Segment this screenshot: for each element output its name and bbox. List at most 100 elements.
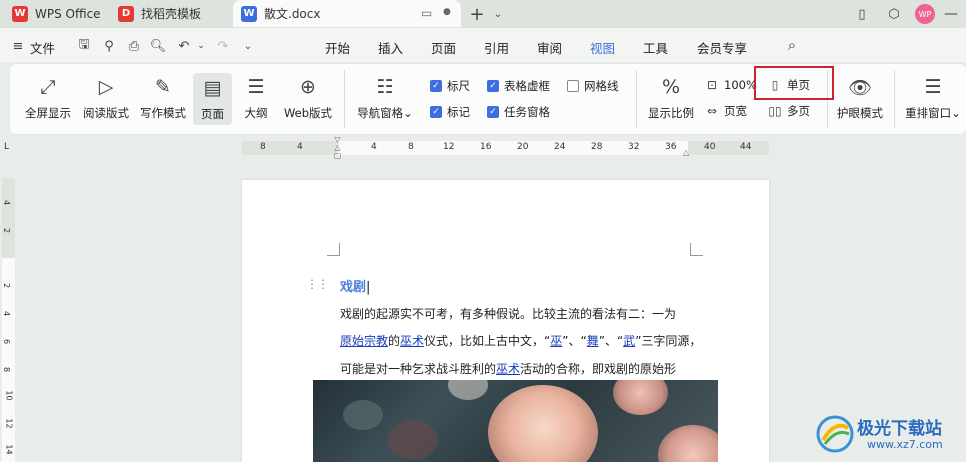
nav-pane-button[interactable]: ☷ 导航窗格⌄	[354, 64, 416, 134]
divider	[344, 70, 345, 128]
ruler-tick: 6	[2, 338, 12, 345]
ruler-tick: 40	[704, 142, 716, 152]
margin-corner-top-left	[327, 243, 340, 256]
chevron-down-icon: ⌄	[951, 106, 961, 120]
minimize-icon[interactable]: —	[942, 5, 960, 23]
fullscreen-icon: ⤢	[40, 76, 56, 98]
paragraph-line[interactable]: 原始宗教的巫术仪式，比如上古中文，“巫”、“舞”、“武”三字同源，	[340, 332, 701, 349]
hyperlink[interactable]: 巫	[550, 334, 562, 348]
tab-label: 找稻壳模板	[141, 7, 202, 21]
menu-start[interactable]: 开始	[325, 38, 350, 57]
nav-pane-icon: ☷	[376, 76, 394, 98]
title-bar: W WPS Office D 找稻壳模板 W 散文.docx ▭ ● + ⌄ ▯…	[0, 0, 966, 28]
divider	[636, 70, 637, 128]
checkbox-ruler[interactable]: ✓ 标尺	[430, 78, 470, 94]
ruler-tick: 4	[371, 142, 377, 152]
ruler-tick: 16	[480, 142, 492, 152]
rose-photo[interactable]	[313, 380, 718, 462]
outline-button[interactable]: ☰ 大纲	[236, 64, 276, 134]
paragraph-line[interactable]: 戏剧的起源实不可考，有多种假说。比较主流的看法有二：一为	[340, 305, 676, 322]
margin-corner-top-right	[690, 243, 703, 256]
print-preview-icon[interactable]: 🔍︎	[150, 38, 167, 54]
search-icon[interactable]: ⌕	[784, 36, 800, 54]
chevron-down-icon[interactable]: ⌄	[489, 5, 507, 23]
ruler-tick: 28	[591, 142, 603, 152]
leaf-shape	[388, 420, 438, 460]
multi-page-button[interactable]: ▯▯ 多页	[767, 103, 810, 119]
menu-member[interactable]: 会员专享	[697, 38, 747, 57]
eye-mode-button[interactable]: 👁︎ 护眼模式	[832, 64, 888, 134]
zoom-100-button[interactable]: ⊡ 100%	[704, 77, 757, 93]
ruler-tick: 12	[443, 142, 455, 152]
print-icon[interactable]: ⎙	[126, 38, 142, 54]
write-mode-icon: ✎	[155, 76, 171, 98]
page-width-button[interactable]: ⇔ 页宽	[704, 103, 747, 119]
menu-reference[interactable]: 引用	[484, 38, 509, 57]
one-to-one-icon: ⊡	[706, 78, 718, 92]
menu-insert[interactable]: 插入	[378, 38, 403, 57]
zoom-ratio-button[interactable]: % 显示比例	[644, 64, 698, 134]
rose-flower	[658, 425, 718, 462]
avatar[interactable]: WP	[915, 4, 935, 24]
read-mode-button[interactable]: ▷ 阅读版式	[80, 64, 132, 134]
save-icon[interactable]: 🖫	[76, 37, 92, 54]
ruler-tick: 10	[4, 390, 14, 401]
cube-icon[interactable]: ⬡	[885, 5, 903, 23]
new-tab-icon[interactable]: +	[468, 4, 486, 25]
menu-tools[interactable]: 工具	[643, 38, 668, 57]
link-icon[interactable]: ⚲	[101, 38, 117, 54]
word-doc-icon: W	[241, 5, 257, 22]
menu-view[interactable]: 视图	[590, 38, 615, 57]
close-tab-icon[interactable]: ●	[443, 7, 451, 17]
monitor-icon[interactable]: ▭	[421, 6, 432, 20]
menu-file[interactable]: 文件	[30, 38, 55, 57]
menu-review[interactable]: 审阅	[537, 38, 562, 57]
undo-dropdown-icon[interactable]: ⌄	[193, 38, 209, 54]
document-heading[interactable]: 戏剧|	[340, 276, 370, 295]
web-layout-button[interactable]: ⊕ Web版式	[280, 64, 336, 134]
hyperlink[interactable]: 巫术	[400, 334, 424, 348]
tab-document[interactable]: W 散文.docx ▭ ●	[233, 0, 461, 27]
ruler-tick: 24	[554, 142, 566, 152]
redo-icon[interactable]: ↷	[215, 38, 231, 54]
watermark: 极光下载站 www.xz7.com	[815, 408, 965, 460]
checkbox-table-gridlines[interactable]: ✓ 表格虚框	[487, 78, 550, 94]
percent-icon: %	[661, 76, 681, 98]
tab-label: WPS Office	[35, 6, 101, 21]
page-width-icon: ⇔	[706, 104, 718, 118]
ruler-corner[interactable]: L	[4, 142, 9, 152]
hamburger-icon[interactable]: ≡	[10, 38, 26, 54]
outline-icon: ☰	[247, 76, 265, 98]
more-chevron-icon[interactable]: ⌄	[240, 38, 256, 54]
tab-daoke-template[interactable]: D 找稻壳模板	[118, 0, 201, 27]
hyperlink[interactable]: 巫术	[496, 362, 520, 376]
wps-logo-icon: W	[12, 5, 28, 22]
checkbox-task-pane[interactable]: ✓ 任务窗格	[487, 104, 550, 120]
right-indent-marker-icon[interactable]: △	[683, 148, 689, 157]
drag-handle-icon[interactable]: ⋮⋮	[306, 277, 329, 291]
ruler-tick: 4	[2, 310, 12, 317]
layout-icon[interactable]: ▯	[853, 5, 871, 23]
fullscreen-button[interactable]: ⤢ 全屏显示	[22, 64, 74, 134]
ruler-tick: 4	[297, 142, 303, 152]
ruler-tick: 32	[628, 142, 640, 152]
hyperlink[interactable]: 舞	[587, 334, 599, 348]
ruler-tick: 2	[2, 282, 12, 289]
aurora-logo-icon	[816, 415, 854, 453]
paragraph-line[interactable]: 可能是对一种乞求战斗胜利的巫术活动的合称，即戏剧的原始形	[340, 360, 676, 377]
write-mode-button[interactable]: ✎ 写作模式	[137, 64, 189, 134]
hyperlink[interactable]: 原始宗教	[340, 334, 388, 348]
rearrange-window-button[interactable]: ☰ 重排窗口⌄	[903, 64, 963, 134]
check-icon: ✓	[430, 80, 442, 92]
indent-marker-icon[interactable]: ▽ △ ▢	[333, 136, 342, 160]
check-icon: ✓	[430, 106, 442, 118]
hyperlink[interactable]: 武	[623, 334, 635, 348]
ruler-tick: 4	[2, 199, 12, 206]
highlight-box	[754, 66, 834, 100]
checkbox-gridlines[interactable]: 网格线	[567, 78, 619, 94]
menu-page[interactable]: 页面	[431, 38, 456, 57]
undo-icon[interactable]: ↶	[176, 38, 192, 54]
page-view-button[interactable]: ▤ 页面	[193, 73, 232, 125]
tab-wps-office[interactable]: W WPS Office	[12, 0, 101, 27]
checkbox-markup[interactable]: ✓ 标记	[430, 104, 470, 120]
